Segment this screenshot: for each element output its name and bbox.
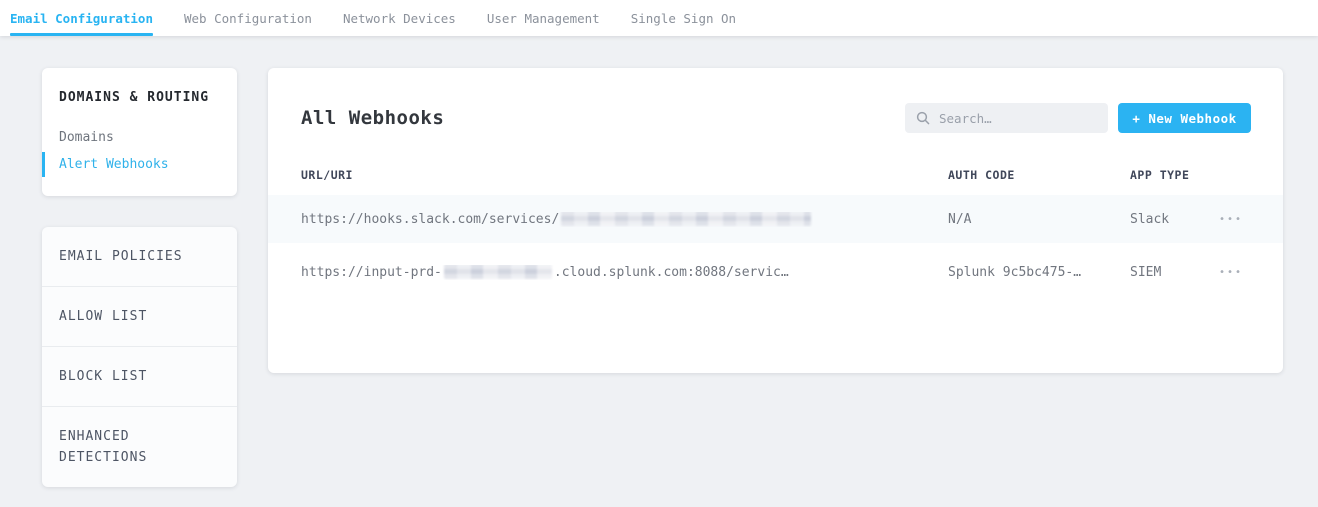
tab-label: Network Devices: [343, 11, 456, 26]
sidebar-item-domains[interactable]: Domains: [42, 125, 237, 150]
tab-user-management[interactable]: User Management: [487, 0, 600, 36]
url-prefix: https://hooks.slack.com/services/: [301, 212, 559, 227]
redacted-url-segment: [561, 212, 811, 226]
sidebar-item-enhanced-detections[interactable]: ENHANCED DETECTIONS: [42, 407, 237, 487]
sidebar-item-email-policies[interactable]: EMAIL POLICIES: [42, 227, 237, 287]
table-header-row: URL/URI AUTH CODE APP TYPE: [268, 168, 1283, 182]
tab-label: Email Configuration: [10, 11, 153, 26]
tab-label: User Management: [487, 11, 600, 26]
cell-app-type: Slack: [1130, 212, 1207, 227]
page-title: All Webhooks: [301, 107, 444, 129]
table-row: https://hooks.slack.com/services/ N/A Sl…: [268, 195, 1283, 243]
tab-label: Single Sign On: [631, 11, 736, 26]
row-menu-button[interactable]: •••: [1213, 263, 1249, 282]
table-row: https://input-prd- .cloud.splunk.com:8088…: [268, 243, 1283, 301]
url-suffix: .cloud.splunk.com:8088/servic…: [554, 265, 789, 280]
cell-url: https://hooks.slack.com/services/: [268, 212, 948, 227]
cell-auth-code: N/A: [948, 212, 1130, 227]
row-menu-button[interactable]: •••: [1213, 210, 1249, 229]
new-webhook-button[interactable]: + New Webhook: [1118, 103, 1251, 133]
cell-menu: •••: [1207, 263, 1283, 282]
column-header-app-type: APP TYPE: [1130, 168, 1207, 182]
cell-app-type: SIEM: [1130, 265, 1207, 280]
url-prefix: https://input-prd-: [301, 265, 442, 280]
top-nav: Email Configuration Web Configuration Ne…: [0, 0, 1318, 36]
webhooks-panel: All Webhooks + New Webhook URL/URI AUTH …: [268, 68, 1283, 373]
active-tab-indicator: [10, 33, 153, 36]
tab-network-devices[interactable]: Network Devices: [343, 0, 456, 36]
search-input[interactable]: [939, 111, 1097, 126]
column-header-url: URL/URI: [268, 168, 948, 182]
search-box: [905, 103, 1108, 133]
cell-url: https://input-prd- .cloud.splunk.com:8088…: [268, 265, 948, 280]
page: Email Configuration Web Configuration Ne…: [0, 0, 1318, 507]
table-body: https://hooks.slack.com/services/ N/A Sl…: [268, 195, 1283, 301]
sidebar-section-title: DOMAINS & ROUTING: [42, 90, 237, 105]
column-header-auth-code: AUTH CODE: [948, 168, 1130, 182]
cell-menu: •••: [1207, 210, 1283, 229]
sidebar-card-domains-routing: DOMAINS & ROUTING Domains Alert Webhooks: [42, 68, 237, 196]
sidebar-item-block-list[interactable]: BLOCK LIST: [42, 347, 237, 407]
sidebar-item-allow-list[interactable]: ALLOW LIST: [42, 287, 237, 347]
tab-label: Web Configuration: [184, 11, 312, 26]
tab-email-configuration[interactable]: Email Configuration: [10, 0, 153, 36]
sidebar-item-alert-webhooks[interactable]: Alert Webhooks: [42, 152, 237, 177]
redacted-url-segment: [444, 265, 552, 279]
tab-single-sign-on[interactable]: Single Sign On: [631, 0, 736, 36]
tab-web-configuration[interactable]: Web Configuration: [184, 0, 312, 36]
ellipsis-icon: •••: [1219, 214, 1243, 225]
cell-auth-code: Splunk 9c5bc475-…: [948, 265, 1130, 280]
ellipsis-icon: •••: [1219, 267, 1243, 278]
search-icon: [916, 111, 930, 125]
sidebar-card-sections: EMAIL POLICIES ALLOW LIST BLOCK LIST ENH…: [42, 227, 237, 487]
